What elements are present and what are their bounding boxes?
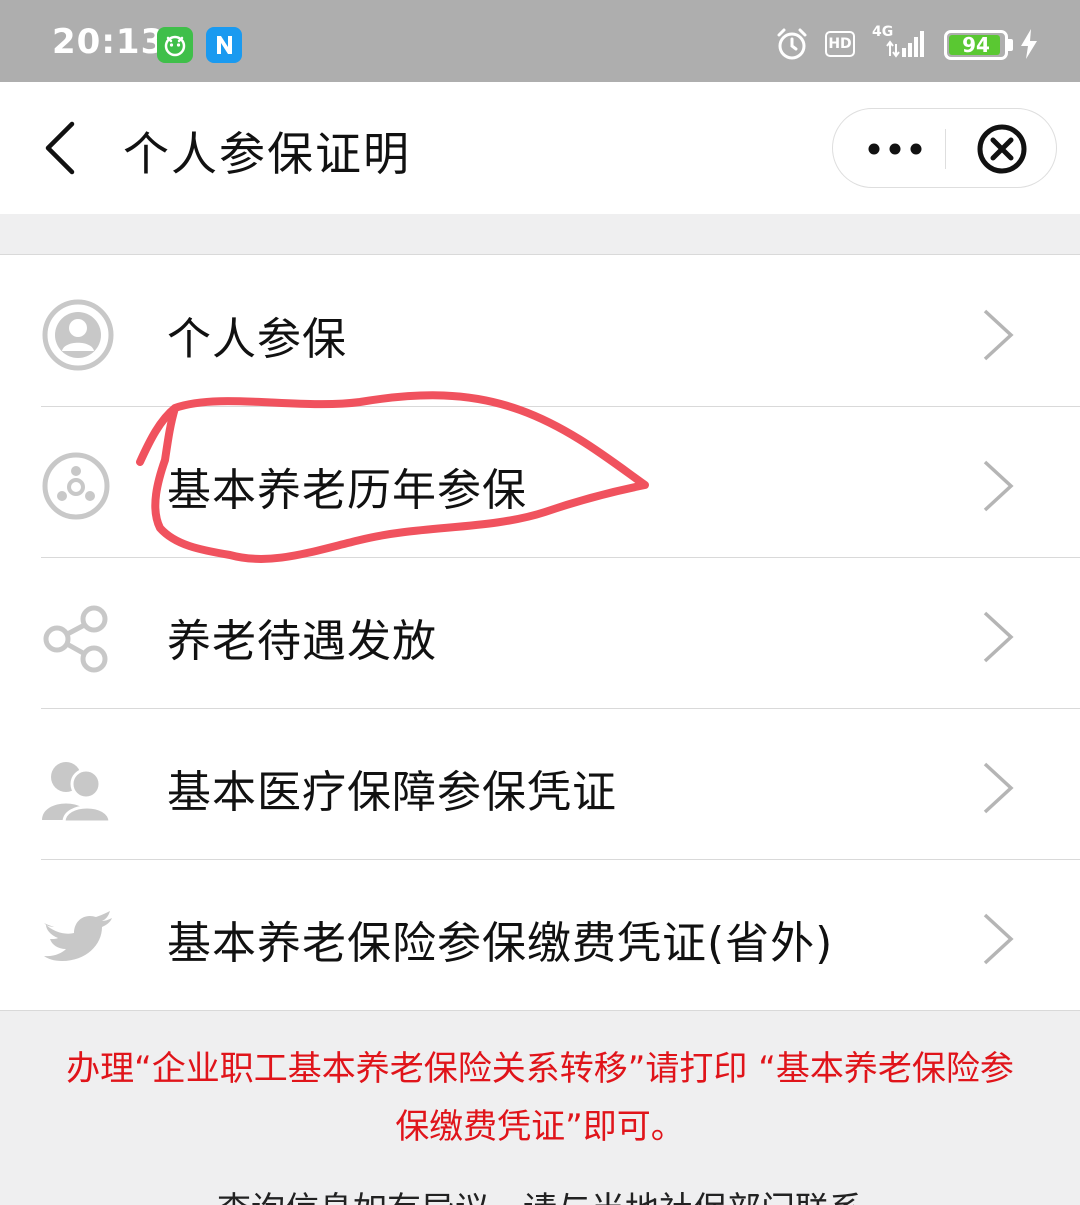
- battery-cap: [1008, 39, 1013, 51]
- close-icon: [977, 124, 1027, 174]
- footer-text: 查询信息如有异议，请与当地社保部门联系: [0, 1182, 1080, 1205]
- mini-program-capsule: [832, 108, 1057, 188]
- status-time: 20:13: [52, 22, 166, 62]
- page-title: 个人参保证明: [123, 127, 411, 181]
- bird-icon: [40, 901, 116, 977]
- back-icon: [45, 121, 75, 175]
- chevron-right-icon: [983, 309, 1014, 361]
- battery-indicator: 94: [944, 30, 1008, 60]
- list-item-pension-contribution-out-of-province[interactable]: 基本养老保险参保缴费凭证(省外): [0, 859, 1080, 1010]
- alarm-icon: [774, 26, 810, 66]
- chevron-right-icon: [983, 762, 1014, 814]
- list-item-pension-payment[interactable]: 养老待遇发放: [0, 557, 1080, 708]
- signal-icon: [885, 28, 931, 62]
- more-icon: [868, 143, 922, 155]
- notification-app-icon: [157, 27, 193, 63]
- list-item-label: 基本养老历年参保: [167, 465, 527, 516]
- chevron-right-icon: [983, 611, 1014, 663]
- more-button[interactable]: [833, 109, 945, 189]
- list-item-label: 基本医疗保障参保凭证: [167, 767, 617, 818]
- chevron-right-icon: [983, 460, 1014, 512]
- close-button[interactable]: [946, 109, 1058, 189]
- nav-bar: 个人参保证明: [0, 82, 1080, 214]
- status-bar: 20:13 HD 4G 94: [0, 0, 1080, 82]
- list-item-label: 基本养老保险参保缴费凭证(省外): [167, 918, 834, 969]
- chevron-right-icon: [983, 913, 1014, 965]
- list-item-pension-history[interactable]: 基本养老历年参保: [0, 406, 1080, 557]
- dots-circle-icon: [40, 448, 116, 524]
- back-button[interactable]: [36, 120, 86, 176]
- hd-badge: HD: [825, 31, 855, 57]
- certificate-list: 个人参保 基本养老历年参保 养老待遇发放 基本医疗保障参保凭证 基本养老保险参保…: [0, 254, 1080, 1011]
- share-icon: [40, 599, 116, 675]
- battery-level: 94: [962, 33, 990, 57]
- list-item-personal-insurance[interactable]: 个人参保: [0, 255, 1080, 406]
- list-item-label: 个人参保: [167, 314, 347, 365]
- person-circle-icon: [40, 297, 116, 373]
- people-icon: [40, 750, 116, 826]
- list-item-label: 养老待遇发放: [167, 616, 437, 667]
- charging-icon: [1018, 28, 1040, 64]
- list-item-medical-certificate[interactable]: 基本医疗保障参保凭证: [0, 708, 1080, 859]
- notification-n-icon: [206, 27, 242, 63]
- notice-text: 办理“企业职工基本养老保险关系转移”请打印 “基本养老保险参保缴费凭证”即可。: [66, 1049, 1014, 1147]
